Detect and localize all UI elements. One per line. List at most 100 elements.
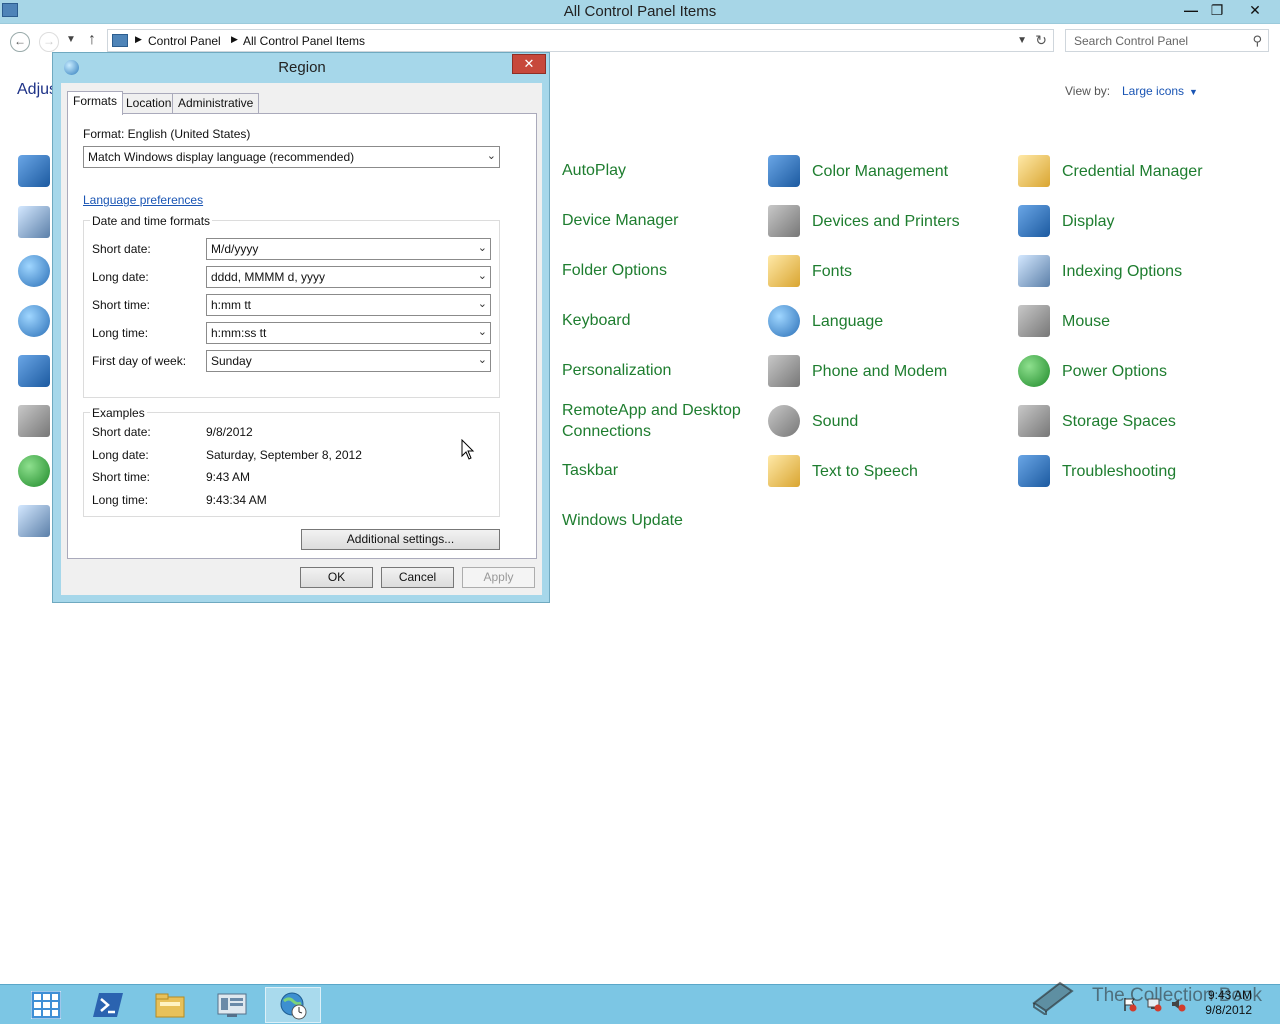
network-sharing-icon[interactable]: [18, 355, 50, 387]
cp-item-storage-spaces[interactable]: Storage Spaces: [1018, 405, 1176, 437]
address-dropdown-icon[interactable]: ▼: [1017, 35, 1027, 46]
first-day-dropdown[interactable]: Sunday ⌄: [206, 350, 491, 372]
cp-item-label[interactable]: Language: [812, 311, 883, 332]
cp-item-remoteapp[interactable]: RemoteApp and Desktop Connections: [562, 400, 752, 442]
cp-item-phone-modem[interactable]: Phone and Modem: [768, 355, 947, 387]
cp-item-label[interactable]: Folder Options: [562, 260, 667, 281]
cp-item-label[interactable]: Indexing Options: [1062, 261, 1182, 282]
refresh-icon[interactable]: ↻: [1035, 32, 1047, 49]
chevron-down-icon[interactable]: ⌄: [478, 325, 487, 338]
cp-item-color-management[interactable]: Color Management: [768, 155, 948, 187]
cp-item-label[interactable]: Phone and Modem: [812, 361, 947, 382]
breadcrumb-chevron-icon[interactable]: ▶: [231, 34, 238, 45]
chevron-down-icon[interactable]: ⌄: [478, 241, 487, 254]
cp-item-windows-update[interactable]: Windows Update: [562, 510, 683, 531]
cp-item-label[interactable]: AutoPlay: [562, 160, 626, 181]
programs-features-icon[interactable]: [18, 405, 50, 437]
cp-item-label[interactable]: Taskbar: [562, 460, 618, 481]
tab-formats[interactable]: Formats: [67, 91, 124, 115]
cp-item-device-manager[interactable]: Device Manager: [562, 210, 679, 231]
language-preferences-link[interactable]: Language preferences: [83, 193, 203, 207]
cp-item-display[interactable]: Display: [1018, 205, 1114, 237]
back-button[interactable]: ←: [10, 32, 30, 52]
cp-item-indexing-options[interactable]: Indexing Options: [1018, 255, 1182, 287]
view-by-value[interactable]: Large icons: [1122, 84, 1184, 98]
chevron-down-icon[interactable]: ⌄: [478, 269, 487, 282]
internet-options-icon[interactable]: [18, 305, 50, 337]
cp-item-label[interactable]: Text to Speech: [812, 461, 918, 482]
user-accounts-icon[interactable]: [18, 505, 50, 537]
additional-settings-button[interactable]: Additional settings...: [301, 529, 500, 550]
chevron-down-icon[interactable]: ⌄: [487, 149, 496, 162]
short-time-dropdown[interactable]: h:mm tt ⌄: [206, 294, 491, 316]
forward-button[interactable]: →: [39, 32, 59, 52]
taskbar-powershell[interactable]: [80, 987, 136, 1023]
cp-item-label[interactable]: Personalization: [562, 360, 671, 381]
cp-item-autoplay[interactable]: AutoPlay: [562, 160, 626, 181]
ok-button[interactable]: OK: [300, 567, 373, 588]
short-date-dropdown[interactable]: M/d/yyyy ⌄: [206, 238, 491, 260]
taskbar-server-manager[interactable]: [204, 987, 260, 1023]
cp-item-label[interactable]: Mouse: [1062, 311, 1110, 332]
cp-item-label[interactable]: Windows Update: [562, 510, 683, 531]
up-button[interactable]: ↑: [88, 31, 96, 49]
close-window-button[interactable]: ✕: [1238, 0, 1272, 20]
clock-time[interactable]: 9:43 AM: [1205, 988, 1252, 1003]
minimize-button[interactable]: —: [1178, 0, 1204, 20]
long-time-dropdown[interactable]: h:mm:ss tt ⌄: [206, 322, 491, 344]
ease-of-access-icon[interactable]: [18, 255, 50, 287]
tab-location[interactable]: Location: [120, 93, 178, 113]
long-date-dropdown[interactable]: dddd, MMMM d, yyyy ⌄: [206, 266, 491, 288]
cp-item-folder-options[interactable]: Folder Options: [562, 260, 667, 281]
cp-item-label[interactable]: Display: [1062, 211, 1114, 232]
cp-item-language[interactable]: Language: [768, 305, 883, 337]
clock[interactable]: 9:43 AM 9/8/2012: [1205, 988, 1252, 1018]
action-center-icon[interactable]: [18, 155, 50, 187]
breadcrumb-all-items[interactable]: All Control Panel Items: [243, 34, 365, 48]
search-box[interactable]: ⚲: [1065, 29, 1269, 52]
cp-item-label[interactable]: Sound: [812, 411, 858, 432]
cp-item-label[interactable]: RemoteApp and Desktop Connections: [562, 400, 752, 442]
chevron-down-icon[interactable]: ⌄: [478, 297, 487, 310]
dialog-close-button[interactable]: ✕: [512, 54, 546, 74]
chevron-down-icon[interactable]: ▼: [1189, 87, 1198, 97]
cp-item-label[interactable]: Devices and Printers: [812, 211, 960, 232]
cp-item-label[interactable]: Troubleshooting: [1062, 461, 1176, 482]
cp-item-label[interactable]: Credential Manager: [1062, 161, 1203, 182]
sync-center-icon[interactable]: [18, 455, 50, 487]
start-button[interactable]: [18, 987, 74, 1023]
cp-item-label[interactable]: Keyboard: [562, 310, 631, 331]
cp-item-personalization[interactable]: Personalization: [562, 360, 671, 381]
volume-icon[interactable]: [1170, 996, 1186, 1012]
cp-item-label[interactable]: Device Manager: [562, 210, 679, 231]
cp-item-troubleshooting[interactable]: Troubleshooting: [1018, 455, 1176, 487]
cp-item-text-to-speech[interactable]: Text to Speech: [768, 455, 918, 487]
search-input[interactable]: [1074, 33, 1244, 48]
taskbar-file-explorer[interactable]: [142, 987, 198, 1023]
date-time-icon[interactable]: [18, 206, 50, 238]
cancel-button[interactable]: Cancel: [381, 567, 454, 588]
cp-item-label[interactable]: Color Management: [812, 161, 948, 182]
tab-administrative[interactable]: Administrative: [172, 93, 260, 113]
chevron-down-icon[interactable]: ⌄: [478, 353, 487, 366]
breadcrumb-control-panel[interactable]: Control Panel: [148, 34, 221, 48]
cp-item-taskbar[interactable]: Taskbar: [562, 460, 618, 481]
action-center-flag-icon[interactable]: [1122, 996, 1138, 1012]
cp-item-label[interactable]: Fonts: [812, 261, 852, 282]
breadcrumb-chevron-icon[interactable]: ▶: [135, 34, 142, 45]
cp-item-mouse[interactable]: Mouse: [1018, 305, 1110, 337]
cp-item-label[interactable]: Storage Spaces: [1062, 411, 1176, 432]
cp-item-label[interactable]: Power Options: [1062, 361, 1167, 382]
cp-item-keyboard[interactable]: Keyboard: [562, 310, 631, 331]
cp-item-power-options[interactable]: Power Options: [1018, 355, 1167, 387]
address-bar[interactable]: ▶ Control Panel ▶ All Control Panel Item…: [107, 29, 1054, 52]
format-dropdown[interactable]: Match Windows display language (recommen…: [83, 146, 500, 168]
clock-date[interactable]: 9/8/2012: [1205, 1003, 1252, 1018]
apply-button[interactable]: Apply: [462, 567, 535, 588]
cp-item-sound[interactable]: Sound: [768, 405, 858, 437]
restore-button[interactable]: ❐: [1204, 0, 1230, 20]
cp-item-credential-manager[interactable]: Credential Manager: [1018, 155, 1203, 187]
recent-locations-chevron-icon[interactable]: ▼: [66, 34, 76, 45]
taskbar-region[interactable]: [265, 987, 321, 1023]
cp-item-fonts[interactable]: Fonts: [768, 255, 852, 287]
